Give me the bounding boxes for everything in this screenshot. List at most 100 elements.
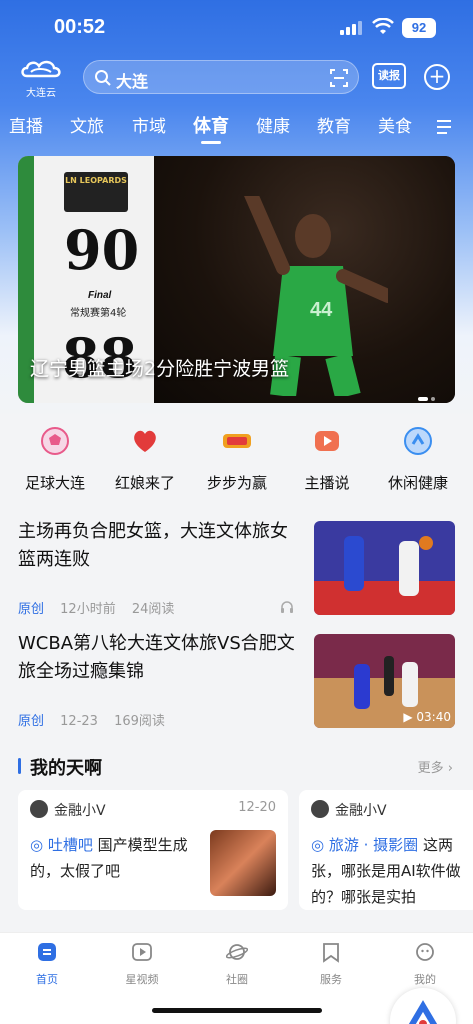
nav-home[interactable]: 首页: [17, 941, 77, 987]
shortcut-football[interactable]: 足球大连: [10, 420, 100, 493]
svg-text:44: 44: [310, 299, 333, 321]
battery-indicator: 92: [402, 18, 436, 38]
active-tab-indicator: [201, 141, 221, 144]
news-title: 主场再负合肥女篮，大连文体旅女篮两连败: [18, 521, 288, 570]
menu-icon[interactable]: [437, 120, 453, 134]
wifi-icon: [372, 18, 394, 34]
newspaper-button[interactable]: 读报: [372, 63, 406, 89]
assistant-logo-icon: [408, 1000, 438, 1024]
card-body: ◎ 吐槽吧 国产模型生成 的，太假了吧: [30, 832, 210, 884]
soccer-ball-icon: [41, 427, 69, 455]
nav-label: 服务: [320, 973, 342, 986]
avatar[interactable]: [311, 800, 329, 818]
nav-label: 星视频: [125, 973, 159, 986]
round-label: 常规赛第4轮: [70, 308, 127, 319]
scan-icon[interactable]: [330, 69, 348, 87]
chevron-right-icon: ›: [447, 761, 453, 776]
tab-culture-tourism[interactable]: 文旅: [70, 112, 104, 137]
nav-label: 社圈: [226, 973, 248, 986]
tab-sports[interactable]: 体育: [193, 112, 229, 138]
more-label: 更多: [417, 761, 444, 776]
duration-text: 03:40: [416, 710, 451, 724]
video-icon: [132, 943, 152, 961]
news-thumbnail: [314, 521, 455, 615]
news-item[interactable]: 主场再负合肥女篮，大连文体旅女篮两连败 原创 12小时前 24阅读: [0, 512, 473, 624]
shortcut-matchmaker[interactable]: 红娘来了: [100, 420, 190, 493]
carousel-dot: [431, 396, 435, 401]
card-text: 的？哪张是实拍: [311, 888, 417, 906]
community-card[interactable]: 金融小V 12-20 ◎ 吐槽吧 国产模型生成 的，太假了吧: [18, 790, 288, 910]
matchmaker-icon: [134, 430, 156, 452]
app-logo[interactable]: 大连云: [18, 58, 64, 99]
news-meta: 原创 12小时前 24阅读: [18, 598, 186, 617]
shortcut-fitness[interactable]: 休闲健康: [373, 420, 463, 493]
tab-live[interactable]: 直播: [9, 112, 43, 137]
broadcaster-icon: [315, 431, 339, 451]
shortcut-broadcaster[interactable]: 主播说: [282, 420, 372, 493]
carousel-dots: [415, 388, 435, 403]
shortcut-steps[interactable]: 步步为赢: [192, 420, 282, 493]
section-title: 我的天啊: [30, 758, 102, 779]
nav-profile[interactable]: 我的: [395, 941, 455, 987]
section-accent-bar: [18, 758, 21, 774]
logo-text: 大连云: [26, 88, 56, 99]
card-body: ◎ 旅游 · 摄影圈 这两 张，哪张是用AI软件做 的？哪张是实拍: [311, 832, 473, 910]
more-link[interactable]: 更多 ›: [418, 757, 453, 776]
topic-link[interactable]: ◎ 吐槽吧: [30, 836, 93, 854]
add-button[interactable]: +: [424, 64, 450, 90]
search-text: 大连: [116, 72, 149, 91]
community-card[interactable]: 金融小V ◎ 旅游 · 摄影圈 这两 张，哪张是用AI软件做 的？哪张是实拍: [299, 790, 473, 910]
carousel-dot-active: [418, 396, 428, 401]
nav-community[interactable]: 社圈: [207, 941, 267, 987]
nav-video[interactable]: 星视频: [112, 941, 172, 987]
card-text: 张，哪张是用AI软件做: [311, 862, 461, 880]
shortcut-grid: 足球大连 红娘来了 步步为赢 主播说 休闲健康: [0, 420, 473, 500]
news-meta: 原创 12-23 169阅读: [18, 710, 177, 729]
card-text: 这两: [418, 836, 453, 854]
shortcut-label: 步步为赢: [206, 474, 267, 492]
section-header: 我的天啊 更多 ›: [0, 748, 473, 784]
news-tag: 原创: [18, 602, 45, 617]
home-indicator: [152, 1008, 322, 1013]
final-label: Final: [88, 290, 112, 301]
news-tag: 原创: [18, 714, 45, 729]
tab-food[interactable]: 美食: [378, 112, 412, 137]
nav-label: 我的: [414, 973, 436, 986]
search-icon: [95, 70, 111, 86]
card-username[interactable]: 金融小V: [335, 800, 387, 820]
card-text: 的，太假了吧: [30, 862, 121, 880]
topic-link[interactable]: ◎ 旅游 · 摄影圈: [311, 836, 418, 854]
nav-services[interactable]: 服务: [301, 941, 361, 987]
channel-tabs: 直播 文旅 市域 体育 健康 教育 美食: [0, 108, 473, 144]
video-thumbnail[interactable]: ▶ 03:40: [314, 634, 455, 728]
tab-health[interactable]: 健康: [256, 112, 290, 137]
news-reads: 169阅读: [114, 714, 165, 729]
news-reads: 24阅读: [131, 602, 175, 617]
shortcut-label: 休闲健康: [387, 474, 448, 492]
hero-banner[interactable]: LN LEOPARDS 90 Final 常规赛第4轮 88 44 辽宁男篮主场…: [18, 156, 455, 403]
card-date: 12-20: [238, 800, 276, 815]
avatar[interactable]: [30, 800, 48, 818]
status-time: 00:52: [54, 16, 106, 38]
topic-label: 旅游 · 摄影圈: [328, 836, 419, 854]
card-text: 国产模型生成: [92, 836, 188, 854]
news-item[interactable]: WCBA第八轮大连文体旅VS合肥文旅全场过瘾集锦 原创 12-23 169阅读 …: [0, 624, 473, 736]
news-title: WCBA第八轮大连文体旅VS合肥文旅全场过瘾集锦: [18, 633, 295, 682]
signal-icon: [340, 21, 362, 35]
tab-city[interactable]: 市域: [132, 112, 166, 137]
tab-education[interactable]: 教育: [317, 112, 351, 137]
card-image[interactable]: [210, 830, 276, 896]
banner-caption: 辽宁男篮主场2分险胜宁波男篮: [30, 358, 290, 380]
search-bar[interactable]: 大连: [83, 60, 359, 94]
steps-icon: [223, 434, 251, 448]
fitness-icon: [404, 427, 432, 455]
floating-assistant-button[interactable]: [390, 988, 456, 1024]
topic-label: 吐槽吧: [47, 836, 93, 854]
cloud-logo-icon: [21, 60, 61, 78]
news-time: 12-23: [60, 714, 98, 729]
headphones-icon[interactable]: [280, 600, 294, 614]
shortcut-label: 足球大连: [24, 474, 85, 492]
card-username[interactable]: 金融小V: [54, 800, 106, 820]
nav-label: 首页: [36, 973, 58, 986]
shortcut-label: 主播说: [304, 474, 350, 492]
